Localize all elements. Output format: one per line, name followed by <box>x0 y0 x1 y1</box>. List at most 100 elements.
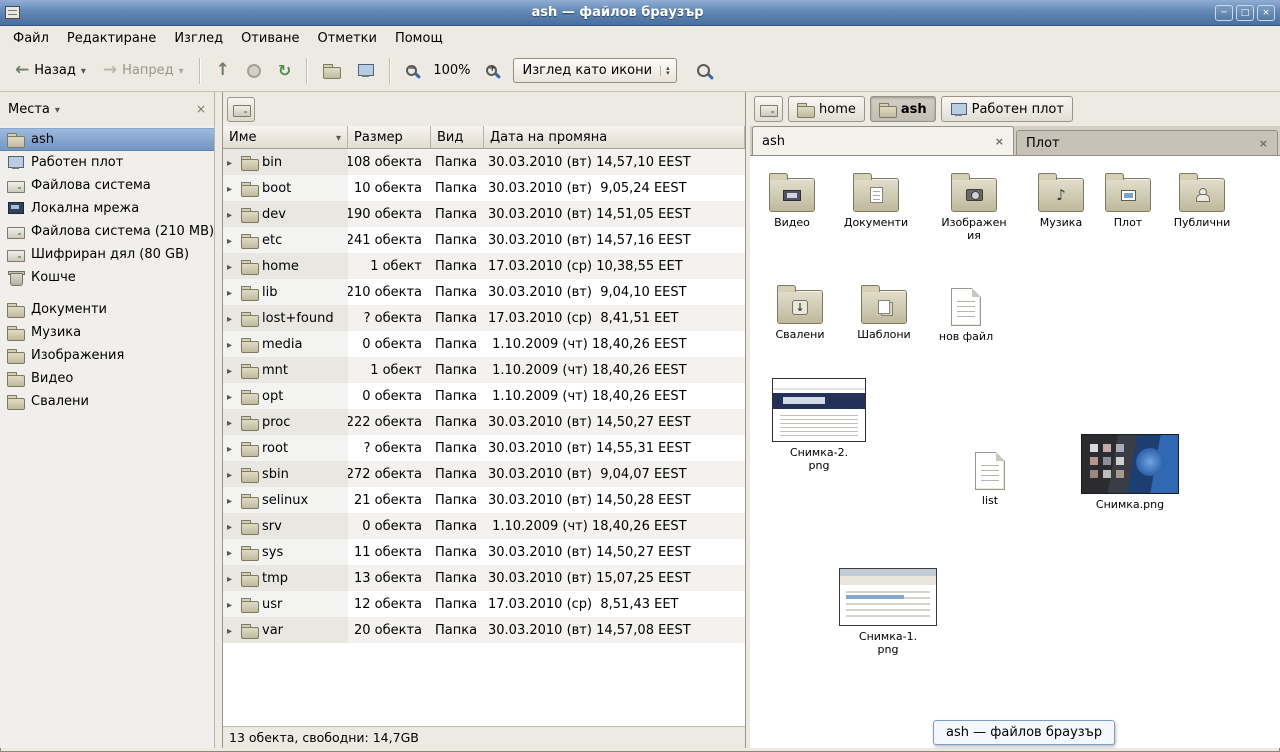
tab-1[interactable]: Плот <box>1016 130 1278 155</box>
table-row-mnt[interactable]: mnt1 обектПапка 1.10.2009 (чт) 18,40,26 … <box>223 357 745 383</box>
path-button-1[interactable]: home <box>788 96 865 122</box>
menu-item-2[interactable]: Изглед <box>165 28 232 49</box>
icon-view-item-5[interactable]: Публични <box>1160 170 1244 229</box>
expander-icon[interactable] <box>227 155 237 170</box>
path-button-2[interactable]: ash <box>870 96 936 122</box>
maximize-button[interactable]: □ <box>1236 5 1254 21</box>
path-button-3[interactable]: Работен плот <box>941 96 1073 122</box>
menu-item-1[interactable]: Редактиране <box>58 28 165 49</box>
expander-icon[interactable] <box>227 441 237 456</box>
expander-icon[interactable] <box>227 311 237 326</box>
menu-item-5[interactable]: Помощ <box>386 28 452 49</box>
table-row-etc[interactable]: etc241 обектаПапка30.03.2010 (вт) 14,57,… <box>223 227 745 253</box>
icon-view-item-2[interactable]: Изображен ия <box>934 170 1014 242</box>
column-header-type[interactable]: Вид <box>431 126 484 149</box>
table-row-selinux[interactable]: selinux21 обектаПапка30.03.2010 (вт) 14,… <box>223 487 745 513</box>
table-row-sbin[interactable]: sbin272 обектаПапка30.03.2010 (вт) 9,04,… <box>223 461 745 487</box>
table-row-root[interactable]: root? обектаПапка30.03.2010 (вт) 14,55,3… <box>223 435 745 461</box>
table-row-srv[interactable]: srv0 обектаПапка 1.10.2009 (чт) 18,40,26… <box>223 513 745 539</box>
icon-view-item-9[interactable]: Снимка-2. png <box>768 378 870 472</box>
expander-icon[interactable] <box>227 623 237 638</box>
table-row-dev[interactable]: dev190 обектаПапка30.03.2010 (вт) 14,51,… <box>223 201 745 227</box>
column-header-size[interactable]: Размер <box>348 126 431 149</box>
sidebar-title[interactable]: Места <box>8 102 50 117</box>
view-mode-combo[interactable]: Изглед като икони ▴▾ <box>513 58 676 83</box>
menu-item-3[interactable]: Отиване <box>232 28 308 49</box>
expander-icon[interactable] <box>227 233 237 248</box>
expander-icon[interactable] <box>227 363 237 378</box>
sidebar-item-3[interactable]: Локална мрежа <box>0 197 214 220</box>
reload-button[interactable] <box>271 57 298 85</box>
table-row-lost+found[interactable]: lost+found? обектаПапка17.03.2010 (ср) 8… <box>223 305 745 331</box>
icon-view-item-4[interactable]: Плот <box>1090 170 1166 229</box>
forward-button[interactable]: Напред <box>96 56 191 85</box>
expander-icon[interactable] <box>227 259 237 274</box>
icon-view-item-7[interactable]: Шаблони <box>842 282 926 341</box>
expander-icon[interactable] <box>227 181 237 196</box>
back-button[interactable]: Назад <box>8 56 93 85</box>
table-row-usr[interactable]: usr12 обектаПапка17.03.2010 (ср) 8,51,43… <box>223 591 745 617</box>
minimize-button[interactable]: ─ <box>1215 5 1233 21</box>
expander-icon[interactable] <box>227 519 237 534</box>
table-row-tmp[interactable]: tmp13 обектаПапка30.03.2010 (вт) 15,07,2… <box>223 565 745 591</box>
home-button[interactable] <box>316 57 347 84</box>
icon-view-item-10[interactable]: list <box>950 448 1030 507</box>
icon-view-item-0[interactable]: Видео <box>752 170 832 229</box>
sidebar-item-11[interactable]: Видео <box>0 367 214 390</box>
zoom-in-button[interactable]: + <box>479 59 504 82</box>
table-row-var[interactable]: var20 обектаПапка30.03.2010 (вт) 14,57,0… <box>223 617 745 643</box>
icon-view-item-3[interactable]: Музика <box>1022 170 1100 229</box>
sidebar-item-9[interactable]: Музика <box>0 321 214 344</box>
column-header-date[interactable]: Дата на промяна <box>484 126 745 149</box>
table-row-home[interactable]: home1 обектПапка17.03.2010 (ср) 10,38,55… <box>223 253 745 279</box>
table-row-opt[interactable]: opt0 обектаПапка 1.10.2009 (чт) 18,40,26… <box>223 383 745 409</box>
pane-location-button[interactable] <box>227 97 255 122</box>
icon-view-item-1[interactable]: Документи <box>836 170 916 229</box>
zoom-out-button[interactable]: − <box>399 59 424 82</box>
computer-button[interactable] <box>350 57 381 84</box>
expander-icon[interactable] <box>227 467 237 482</box>
up-button[interactable] <box>209 56 237 85</box>
tab-0[interactable]: ash <box>752 126 1014 155</box>
sidebar-item-10[interactable]: Изображения <box>0 344 214 367</box>
table-row-bin[interactable]: bin108 обектаПапка30.03.2010 (вт) 14,57,… <box>223 149 745 175</box>
expander-icon[interactable] <box>227 389 237 404</box>
tab-close-icon[interactable] <box>995 135 1004 148</box>
expander-icon[interactable] <box>227 207 237 222</box>
table-row-sys[interactable]: sys11 обектаПапка30.03.2010 (вт) 14,50,2… <box>223 539 745 565</box>
expander-icon[interactable] <box>227 545 237 560</box>
tab-close-icon[interactable] <box>1259 137 1268 150</box>
icon-view-item-8[interactable]: нов файл <box>926 284 1006 343</box>
sidebar-item-2[interactable]: Файлова система <box>0 174 214 197</box>
expander-icon[interactable] <box>227 493 237 508</box>
path-button-0[interactable] <box>754 96 783 122</box>
sidebar-item-4[interactable]: Файлова система (210 MB) <box>0 220 214 243</box>
expander-icon[interactable] <box>227 597 237 612</box>
column-header-name[interactable]: Име <box>223 126 348 149</box>
table-row-media[interactable]: media0 обектаПапка 1.10.2009 (чт) 18,40,… <box>223 331 745 357</box>
pane-splitter-left[interactable] <box>215 92 222 748</box>
menu-item-4[interactable]: Отметки <box>308 28 385 49</box>
sidebar-item-0[interactable]: ash <box>0 128 214 151</box>
table-row-boot[interactable]: boot10 обектаПапка30.03.2010 (вт) 9,05,2… <box>223 175 745 201</box>
sidebar-item-1[interactable]: Работен плот <box>0 151 214 174</box>
expander-icon[interactable] <box>227 285 237 300</box>
close-button[interactable]: × <box>1257 5 1275 21</box>
icon-view-item-12[interactable]: Снимка-1. png <box>836 568 940 656</box>
table-row-proc[interactable]: proc222 обектаПапка30.03.2010 (вт) 14,50… <box>223 409 745 435</box>
sidebar-item-12[interactable]: Свалени <box>0 390 214 413</box>
sidebar-item-6[interactable]: Кошче <box>0 266 214 289</box>
expander-icon[interactable] <box>227 415 237 430</box>
sidebar-close-icon[interactable]: × <box>196 102 206 116</box>
icon-view[interactable]: ВидеоДокументи Изображен ияМузикаПлотПубл… <box>750 156 1280 748</box>
sidebar-dropdown-icon[interactable] <box>55 103 60 116</box>
search-button[interactable] <box>690 58 717 83</box>
menu-item-0[interactable]: Файл <box>4 28 58 49</box>
stop-button[interactable] <box>240 58 268 84</box>
title-bar[interactable]: ash — файлов браузър ─ □ × <box>0 0 1280 26</box>
expander-icon[interactable] <box>227 571 237 586</box>
sidebar-item-8[interactable]: Документи <box>0 298 214 321</box>
back-dropdown-icon[interactable] <box>81 64 86 77</box>
icon-view-item-6[interactable]: Свалени <box>758 282 842 341</box>
expander-icon[interactable] <box>227 337 237 352</box>
